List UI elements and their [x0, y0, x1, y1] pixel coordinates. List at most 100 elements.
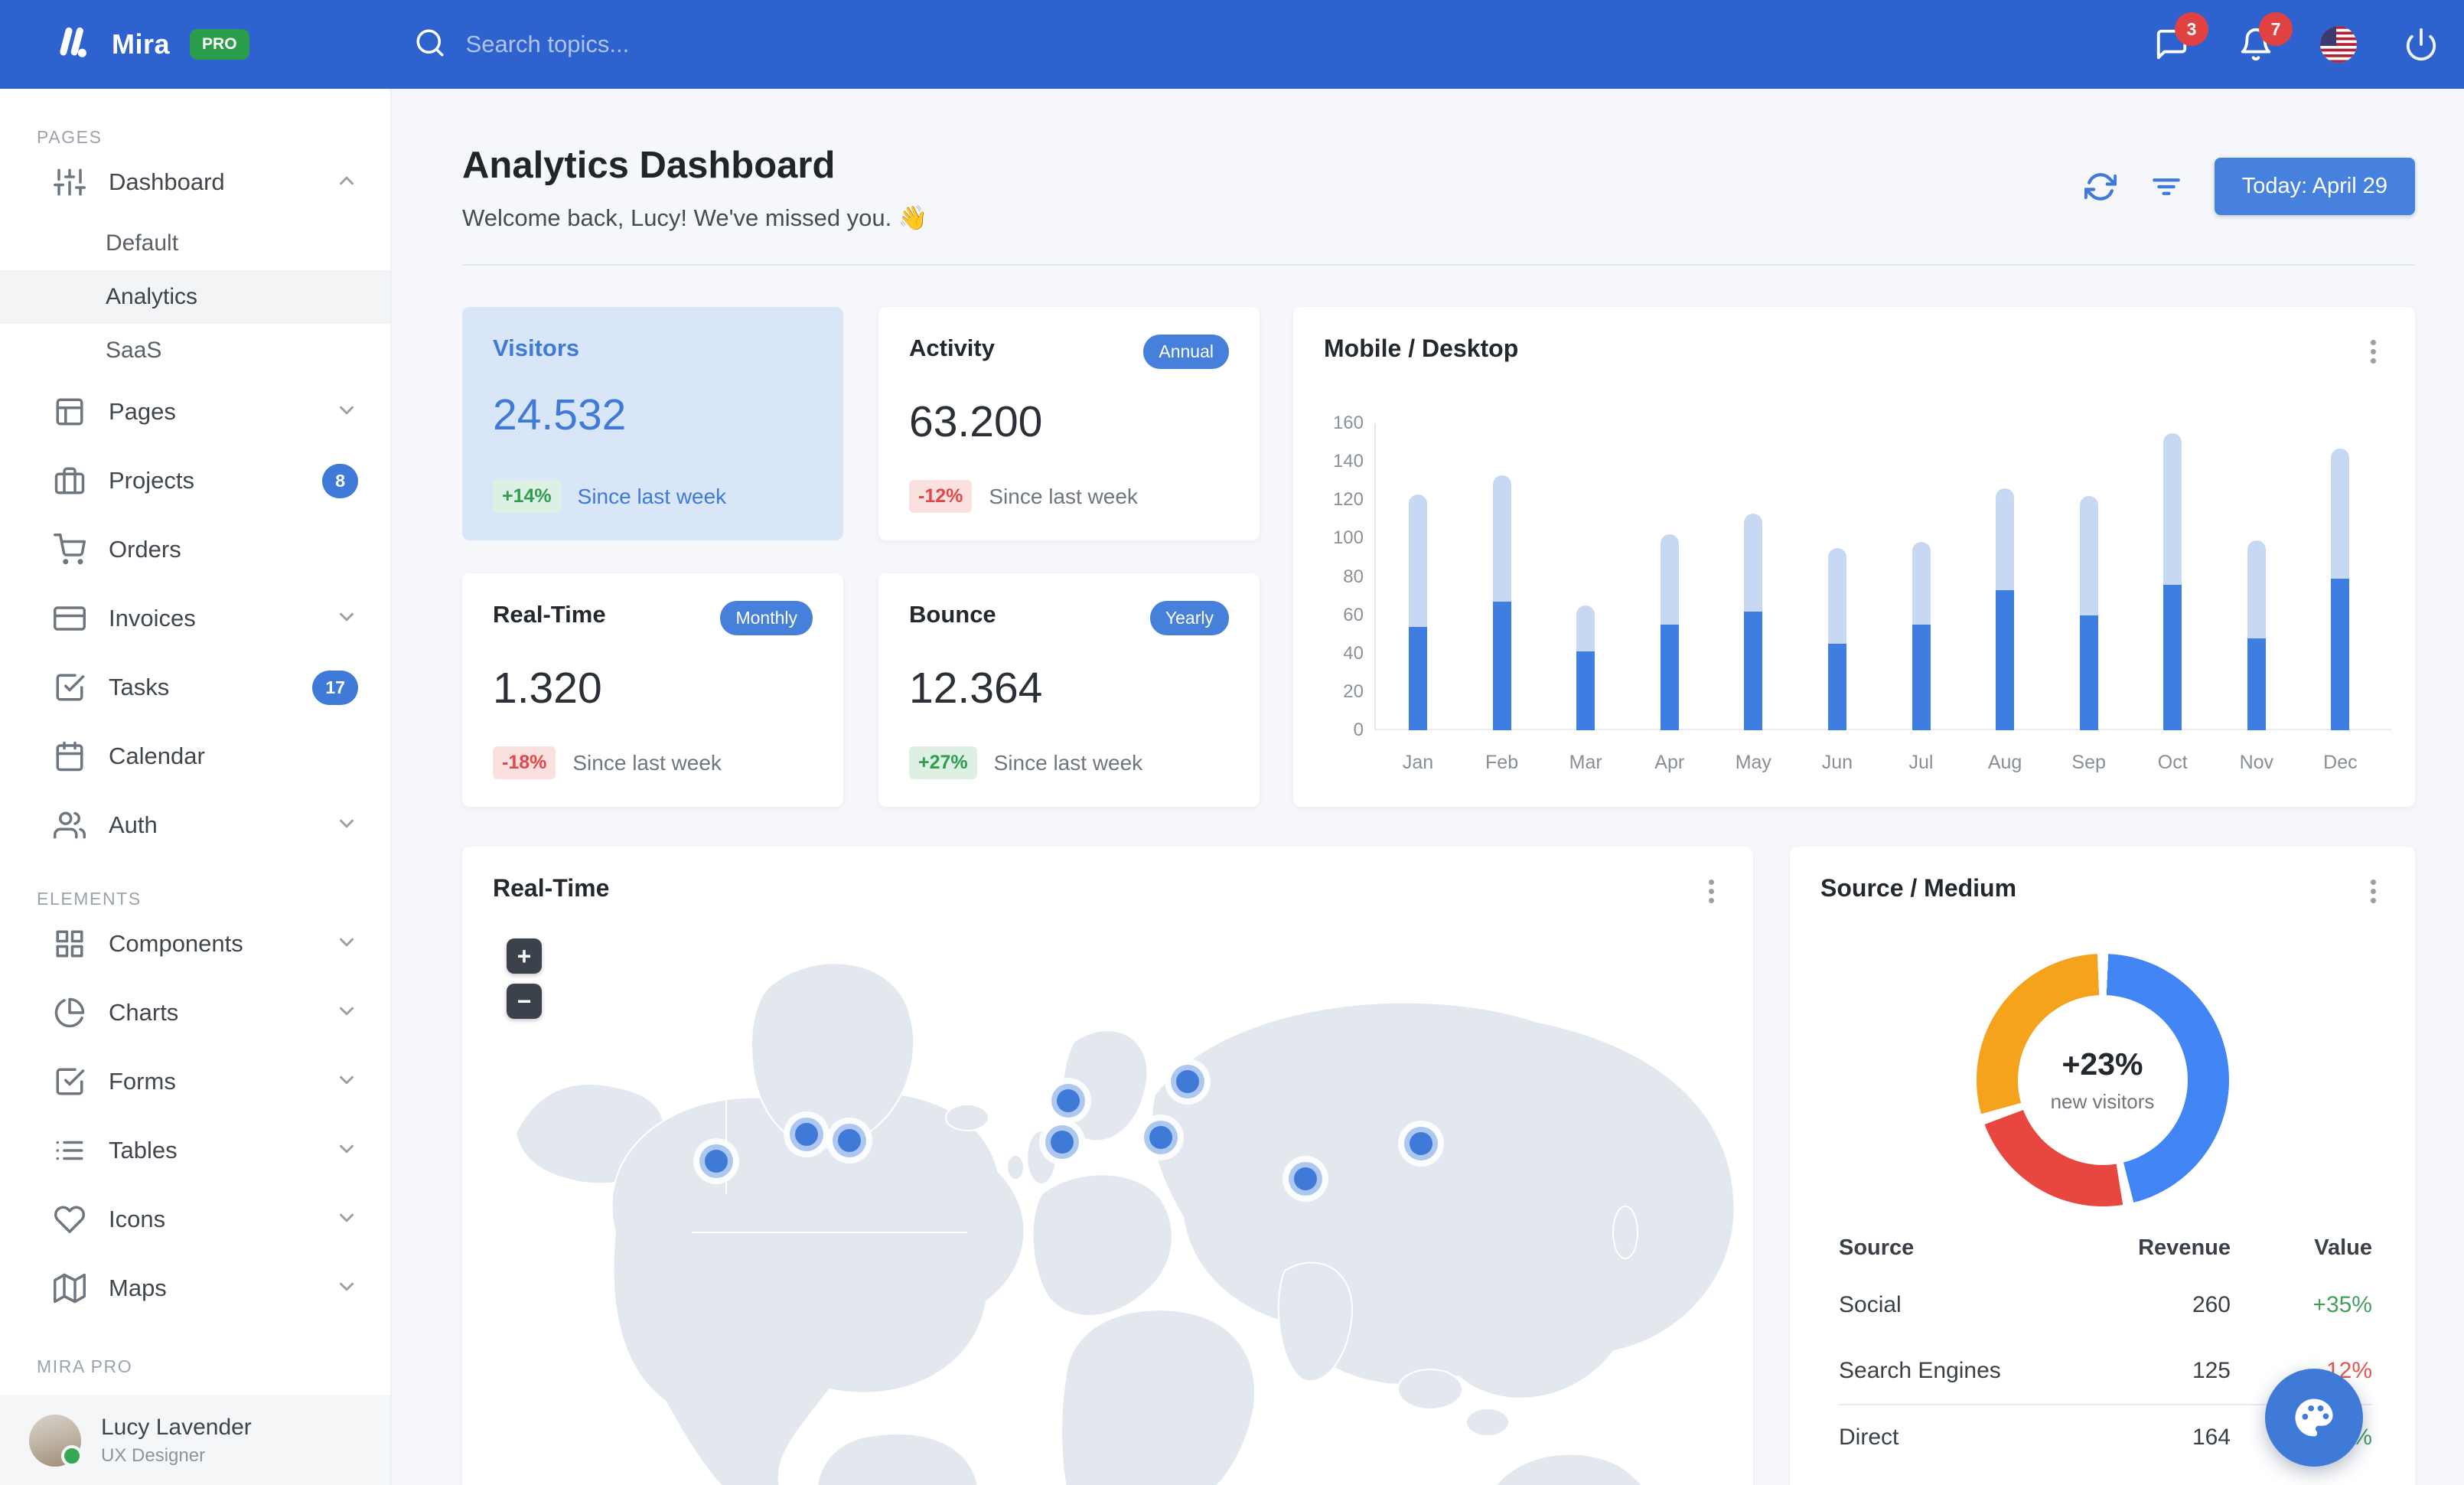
- refresh-button[interactable]: [2083, 169, 2118, 204]
- realtime-map-card: Real-Time + −: [462, 847, 1753, 1485]
- stat-period-badge[interactable]: Monthly: [720, 601, 813, 635]
- y-axis-tick: 40: [1343, 642, 1364, 664]
- messages-button[interactable]: 3: [2152, 12, 2208, 64]
- map-marker[interactable]: [1149, 1126, 1172, 1149]
- messages-count-badge: 3: [2175, 12, 2208, 46]
- bar-jan[interactable]: Jan: [1376, 423, 1460, 773]
- map-marker[interactable]: [705, 1150, 728, 1173]
- stat-card-visitors: Visitors 24.532 +14% Since last week: [462, 307, 843, 540]
- map-marker[interactable]: [838, 1129, 861, 1152]
- source-medium-menu-button[interactable]: [2361, 876, 2384, 907]
- stat-card-bounce: Bounce Yearly 12.364 +27% Since last week: [878, 573, 1260, 807]
- header-divider: [462, 264, 2415, 266]
- bar-jul[interactable]: Jul: [1879, 423, 1964, 773]
- sidebar-item-auth[interactable]: Auth: [0, 791, 390, 860]
- map-menu-button[interactable]: [1700, 876, 1723, 907]
- sidebar-item-components[interactable]: Components: [0, 909, 390, 978]
- bar-mar[interactable]: Mar: [1543, 423, 1628, 773]
- filter-icon: [2152, 178, 2180, 195]
- map-zoom-in-button[interactable]: +: [507, 938, 542, 974]
- cart-icon: [54, 534, 86, 566]
- x-axis-label: Jun: [1821, 752, 1853, 773]
- main-content: Analytics Dashboard Welcome back, Lucy! …: [392, 89, 2464, 1485]
- map-marker[interactable]: [795, 1123, 818, 1146]
- bar-oct[interactable]: Oct: [2130, 423, 2215, 773]
- y-axis-tick: 140: [1332, 451, 1364, 472]
- sidebar-item-orders[interactable]: Orders: [0, 515, 390, 584]
- bar-may[interactable]: May: [1711, 423, 1795, 773]
- calendar-icon: [54, 740, 86, 772]
- world-map[interactable]: [462, 911, 1753, 1485]
- source-table-row-social[interactable]: Social 260 +35%: [1839, 1272, 2372, 1338]
- sliders-icon: [54, 166, 86, 198]
- user-role: UX Designer: [101, 1444, 206, 1466]
- sidebar-item-maps[interactable]: Maps: [0, 1254, 390, 1323]
- sidebar: PAGES Dashboard Default Analytics SaaS Pages P…: [0, 89, 392, 1485]
- brand-name: Mira: [112, 28, 171, 60]
- stat-card-activity: Activity Annual 63.200 -12% Since last week: [878, 307, 1260, 540]
- chevron-down-icon: [335, 1000, 358, 1026]
- map-marker[interactable]: [1057, 1089, 1080, 1112]
- stat-period-badge[interactable]: Yearly: [1149, 601, 1229, 635]
- map-zoom-out-button[interactable]: −: [507, 984, 542, 1019]
- sign-out-button[interactable]: [2401, 24, 2441, 64]
- top-navbar: Mira PRO 3 7: [0, 0, 2464, 89]
- y-axis-tick: 160: [1332, 413, 1364, 433]
- notifications-button[interactable]: 7: [2236, 12, 2293, 64]
- welcome-message: Welcome back, Lucy! We've missed you. 👋: [462, 204, 928, 231]
- sidebar-user-card[interactable]: Lucy Lavender UX Designer: [0, 1395, 390, 1485]
- users-icon: [54, 809, 86, 841]
- date-picker-button[interactable]: Today: April 29: [2214, 158, 2415, 215]
- pie-chart-icon: [54, 997, 86, 1029]
- sidebar-item-forms[interactable]: Forms: [0, 1047, 390, 1116]
- sidebar-item-invoices[interactable]: Invoices: [0, 584, 390, 653]
- sidebar-subitem-analytics[interactable]: Analytics: [0, 270, 390, 324]
- chevron-down-icon: [335, 931, 358, 958]
- stat-delta-chip: -18%: [493, 746, 556, 779]
- sidebar-item-dashboard[interactable]: Dashboard: [0, 148, 390, 217]
- stat-value: 24.532: [493, 390, 627, 439]
- chart-menu-button[interactable]: [2361, 336, 2384, 367]
- sidebar-item-calendar[interactable]: Calendar: [0, 722, 390, 791]
- theme-settings-fab[interactable]: [2265, 1369, 2363, 1467]
- bar-dec[interactable]: Dec: [2298, 423, 2382, 773]
- sidebar-item-charts[interactable]: Charts: [0, 978, 390, 1047]
- sidebar-subitem-saas[interactable]: SaaS: [0, 324, 390, 377]
- sidebar-subitem-default[interactable]: Default: [0, 217, 390, 270]
- map-marker[interactable]: [1176, 1070, 1199, 1093]
- bar-apr[interactable]: Apr: [1628, 423, 1712, 773]
- bar-aug[interactable]: Aug: [1963, 423, 2047, 773]
- search-input[interactable]: [465, 31, 795, 58]
- credit-card-icon: [54, 602, 86, 635]
- sidebar-item-tables[interactable]: Tables: [0, 1116, 390, 1185]
- sidebar-badge: 17: [312, 670, 358, 705]
- map-marker[interactable]: [1410, 1132, 1432, 1155]
- stat-value: 1.320: [493, 664, 602, 713]
- sidebar-item-icons[interactable]: Icons: [0, 1185, 390, 1254]
- y-axis-tick: 120: [1332, 489, 1364, 511]
- bar-feb[interactable]: Feb: [1460, 423, 1544, 773]
- avatar: [29, 1414, 83, 1467]
- chevron-down-icon: [335, 1206, 358, 1233]
- bar-nov[interactable]: Nov: [2215, 423, 2299, 773]
- y-axis-tick: 0: [1353, 720, 1364, 740]
- x-axis-label: Sep: [2071, 752, 2106, 773]
- bar-sep[interactable]: Sep: [2047, 423, 2131, 773]
- x-axis-label: Mar: [1569, 752, 1602, 773]
- brand[interactable]: Mira PRO: [55, 24, 249, 65]
- stat-period-badge[interactable]: Annual: [1143, 335, 1229, 369]
- chevron-down-icon: [335, 812, 358, 839]
- filter-button[interactable]: [2149, 169, 2184, 204]
- sidebar-section-pages: PAGES: [37, 127, 103, 147]
- sidebar-item-projects[interactable]: Projects 8: [0, 446, 390, 515]
- map-marker[interactable]: [1051, 1131, 1074, 1154]
- x-axis-label: May: [1735, 752, 1771, 773]
- sidebar-item-pages[interactable]: Pages: [0, 377, 390, 446]
- stat-value: 12.364: [909, 664, 1043, 713]
- sidebar-item-tasks[interactable]: Tasks 17: [0, 653, 390, 722]
- language-flag-us[interactable]: [2320, 26, 2357, 63]
- x-axis-label: Jul: [1908, 752, 1934, 773]
- bar-jun[interactable]: Jun: [1795, 423, 1879, 773]
- map-marker[interactable]: [1294, 1167, 1317, 1190]
- sidebar-section-mira-pro: MIRA PRO: [37, 1356, 133, 1376]
